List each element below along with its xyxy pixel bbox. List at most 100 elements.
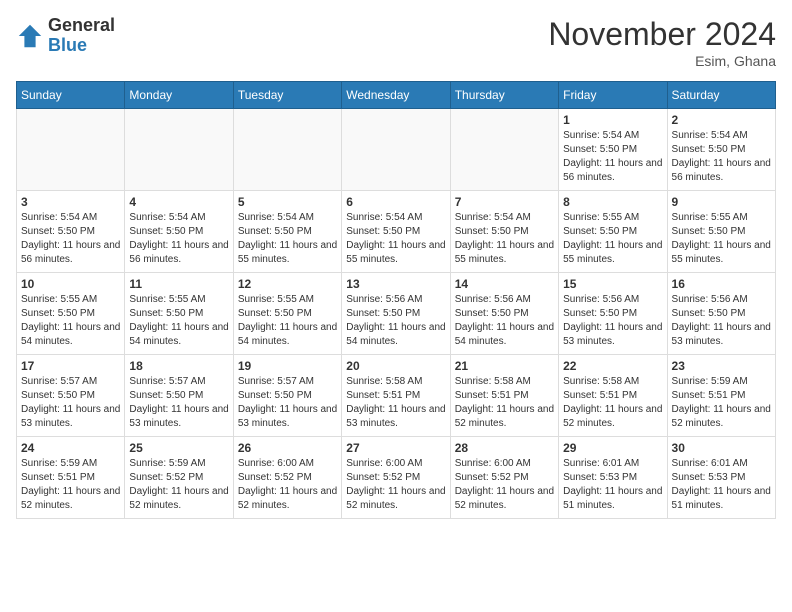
day-number: 8 (563, 195, 662, 209)
calendar-day-cell: 13 Sunrise: 5:56 AM Sunset: 5:50 PM Dayli… (342, 273, 450, 355)
calendar-day-cell: 21Sunrise: 5:58 AM Sunset: 5:51 PM Dayli… (450, 355, 558, 437)
day-number: 28 (455, 441, 554, 455)
calendar-day-cell (17, 109, 125, 191)
day-info: Sunrise: 5:54 AM Sunset: 5:50 PM Dayligh… (672, 129, 771, 185)
day-number: 15 (563, 277, 662, 291)
calendar-day-cell: 12 Sunrise: 5:55 AM Sunset: 5:50 PM Dayli… (233, 273, 341, 355)
calendar-day-cell: 16 Sunrise: 5:56 AM Sunset: 5:50 PM Dayli… (667, 273, 775, 355)
calendar-day-cell: 8 Sunrise: 5:55 AM Sunset: 5:50 PM Daylig… (559, 191, 667, 273)
calendar-day-header: Thursday (450, 82, 558, 109)
logo-general-text: General (48, 16, 115, 36)
calendar-day-cell: 6 Sunrise: 5:54 AM Sunset: 5:50 PM Daylig… (342, 191, 450, 273)
calendar-day-cell: 26Sunrise: 6:00 AM Sunset: 5:52 PM Dayli… (233, 437, 341, 519)
day-info: Sunrise: 5:57 AM Sunset: 5:50 PM Dayligh… (21, 375, 120, 431)
day-number: 18 (129, 359, 228, 373)
calendar-day-cell: 29 Sunrise: 6:01 AM Sunset: 5:53 PM Dayli… (559, 437, 667, 519)
day-info: Sunrise: 5:57 AM Sunset: 5:50 PM Dayligh… (129, 375, 228, 431)
logo: General Blue (16, 16, 115, 56)
month-year-title: November 2024 (548, 16, 776, 53)
day-number: 20 (346, 359, 445, 373)
day-number: 4 (129, 195, 228, 209)
day-number: 16 (672, 277, 771, 291)
calendar-day-cell: 7 Sunrise: 5:54 AM Sunset: 5:50 PM Daylig… (450, 191, 558, 273)
day-number: 14 (455, 277, 554, 291)
day-info: Sunrise: 5:54 AM Sunset: 5:50 PM Dayligh… (455, 211, 554, 267)
day-number: 21 (455, 359, 554, 373)
calendar-day-cell: 5 Sunrise: 5:54 AM Sunset: 5:50 PM Daylig… (233, 191, 341, 273)
logo-text: General Blue (48, 16, 115, 56)
day-number: 19 (238, 359, 337, 373)
location-subtitle: Esim, Ghana (548, 53, 776, 69)
day-info: Sunrise: 5:54 AM Sunset: 5:50 PM Dayligh… (21, 211, 120, 267)
day-info: Sunrise: 5:55 AM Sunset: 5:50 PM Dayligh… (238, 293, 337, 349)
day-number: 24 (21, 441, 120, 455)
day-info: Sunrise: 5:54 AM Sunset: 5:50 PM Dayligh… (346, 211, 445, 267)
calendar-day-cell: 24 Sunrise: 5:59 AM Sunset: 5:51 PM Dayli… (17, 437, 125, 519)
day-info: Sunrise: 5:58 AM Sunset: 5:51 PM Dayligh… (346, 375, 445, 431)
calendar-day-cell (125, 109, 233, 191)
calendar-day-header: Saturday (667, 82, 775, 109)
calendar-day-cell: 11Sunrise: 5:55 AM Sunset: 5:50 PM Dayli… (125, 273, 233, 355)
calendar-day-cell: 9Sunrise: 5:55 AM Sunset: 5:50 PM Daylig… (667, 191, 775, 273)
logo-icon (16, 22, 44, 50)
day-number: 13 (346, 277, 445, 291)
day-number: 5 (238, 195, 337, 209)
day-info: Sunrise: 5:55 AM Sunset: 5:50 PM Dayligh… (563, 211, 662, 267)
calendar-day-cell: 22Sunrise: 5:58 AM Sunset: 5:51 PM Dayli… (559, 355, 667, 437)
day-number: 26 (238, 441, 337, 455)
calendar-day-cell: 14 Sunrise: 5:56 AM Sunset: 5:50 PM Dayli… (450, 273, 558, 355)
day-info: Sunrise: 6:00 AM Sunset: 5:52 PM Dayligh… (346, 457, 445, 513)
calendar-day-cell: 4Sunrise: 5:54 AM Sunset: 5:50 PM Daylig… (125, 191, 233, 273)
calendar-day-header: Wednesday (342, 82, 450, 109)
day-info: Sunrise: 5:54 AM Sunset: 5:50 PM Dayligh… (563, 129, 662, 185)
calendar-day-header: Tuesday (233, 82, 341, 109)
calendar-day-cell: 28 Sunrise: 6:00 AM Sunset: 5:52 PM Dayli… (450, 437, 558, 519)
day-number: 25 (129, 441, 228, 455)
calendar-day-cell: 25 Sunrise: 5:59 AM Sunset: 5:52 PM Dayli… (125, 437, 233, 519)
day-info: Sunrise: 6:01 AM Sunset: 5:53 PM Dayligh… (672, 457, 771, 513)
calendar-day-header: Sunday (17, 82, 125, 109)
day-number: 7 (455, 195, 554, 209)
calendar-day-cell (450, 109, 558, 191)
day-info: Sunrise: 5:56 AM Sunset: 5:50 PM Dayligh… (455, 293, 554, 349)
day-number: 1 (563, 113, 662, 127)
day-number: 30 (672, 441, 771, 455)
day-number: 27 (346, 441, 445, 455)
day-number: 2 (672, 113, 771, 127)
calendar-day-cell: 15Sunrise: 5:56 AM Sunset: 5:50 PM Dayli… (559, 273, 667, 355)
day-number: 17 (21, 359, 120, 373)
calendar-week-row: 1 Sunrise: 5:54 AM Sunset: 5:50 PM Daylig… (17, 109, 776, 191)
calendar-week-row: 3 Sunrise: 5:54 AM Sunset: 5:50 PM Daylig… (17, 191, 776, 273)
day-number: 23 (672, 359, 771, 373)
day-number: 3 (21, 195, 120, 209)
day-info: Sunrise: 6:00 AM Sunset: 5:52 PM Dayligh… (455, 457, 554, 513)
calendar-day-cell: 2 Sunrise: 5:54 AM Sunset: 5:50 PM Daylig… (667, 109, 775, 191)
calendar-day-cell: 27 Sunrise: 6:00 AM Sunset: 5:52 PM Dayli… (342, 437, 450, 519)
day-number: 9 (672, 195, 771, 209)
day-info: Sunrise: 5:59 AM Sunset: 5:52 PM Dayligh… (129, 457, 228, 513)
title-section: November 2024 Esim, Ghana (548, 16, 776, 69)
day-info: Sunrise: 5:57 AM Sunset: 5:50 PM Dayligh… (238, 375, 337, 431)
day-info: Sunrise: 5:56 AM Sunset: 5:50 PM Dayligh… (672, 293, 771, 349)
day-number: 10 (21, 277, 120, 291)
day-number: 29 (563, 441, 662, 455)
day-number: 12 (238, 277, 337, 291)
day-info: Sunrise: 5:54 AM Sunset: 5:50 PM Dayligh… (238, 211, 337, 267)
calendar-day-cell: 23Sunrise: 5:59 AM Sunset: 5:51 PM Dayli… (667, 355, 775, 437)
calendar-day-header: Friday (559, 82, 667, 109)
calendar-day-cell: 18 Sunrise: 5:57 AM Sunset: 5:50 PM Dayli… (125, 355, 233, 437)
day-info: Sunrise: 5:56 AM Sunset: 5:50 PM Dayligh… (346, 293, 445, 349)
calendar-day-cell: 30 Sunrise: 6:01 AM Sunset: 5:53 PM Dayli… (667, 437, 775, 519)
day-number: 11 (129, 277, 228, 291)
calendar-table: SundayMondayTuesdayWednesdayThursdayFrid… (16, 81, 776, 519)
day-info: Sunrise: 5:59 AM Sunset: 5:51 PM Dayligh… (21, 457, 120, 513)
logo-blue-text: Blue (48, 36, 115, 56)
day-info: Sunrise: 5:55 AM Sunset: 5:50 PM Dayligh… (21, 293, 120, 349)
calendar-day-cell: 20 Sunrise: 5:58 AM Sunset: 5:51 PM Dayli… (342, 355, 450, 437)
calendar-week-row: 24 Sunrise: 5:59 AM Sunset: 5:51 PM Dayli… (17, 437, 776, 519)
calendar-day-cell: 19 Sunrise: 5:57 AM Sunset: 5:50 PM Dayli… (233, 355, 341, 437)
day-info: Sunrise: 6:01 AM Sunset: 5:53 PM Dayligh… (563, 457, 662, 513)
day-info: Sunrise: 5:58 AM Sunset: 5:51 PM Dayligh… (563, 375, 662, 431)
day-number: 6 (346, 195, 445, 209)
calendar-day-header: Monday (125, 82, 233, 109)
